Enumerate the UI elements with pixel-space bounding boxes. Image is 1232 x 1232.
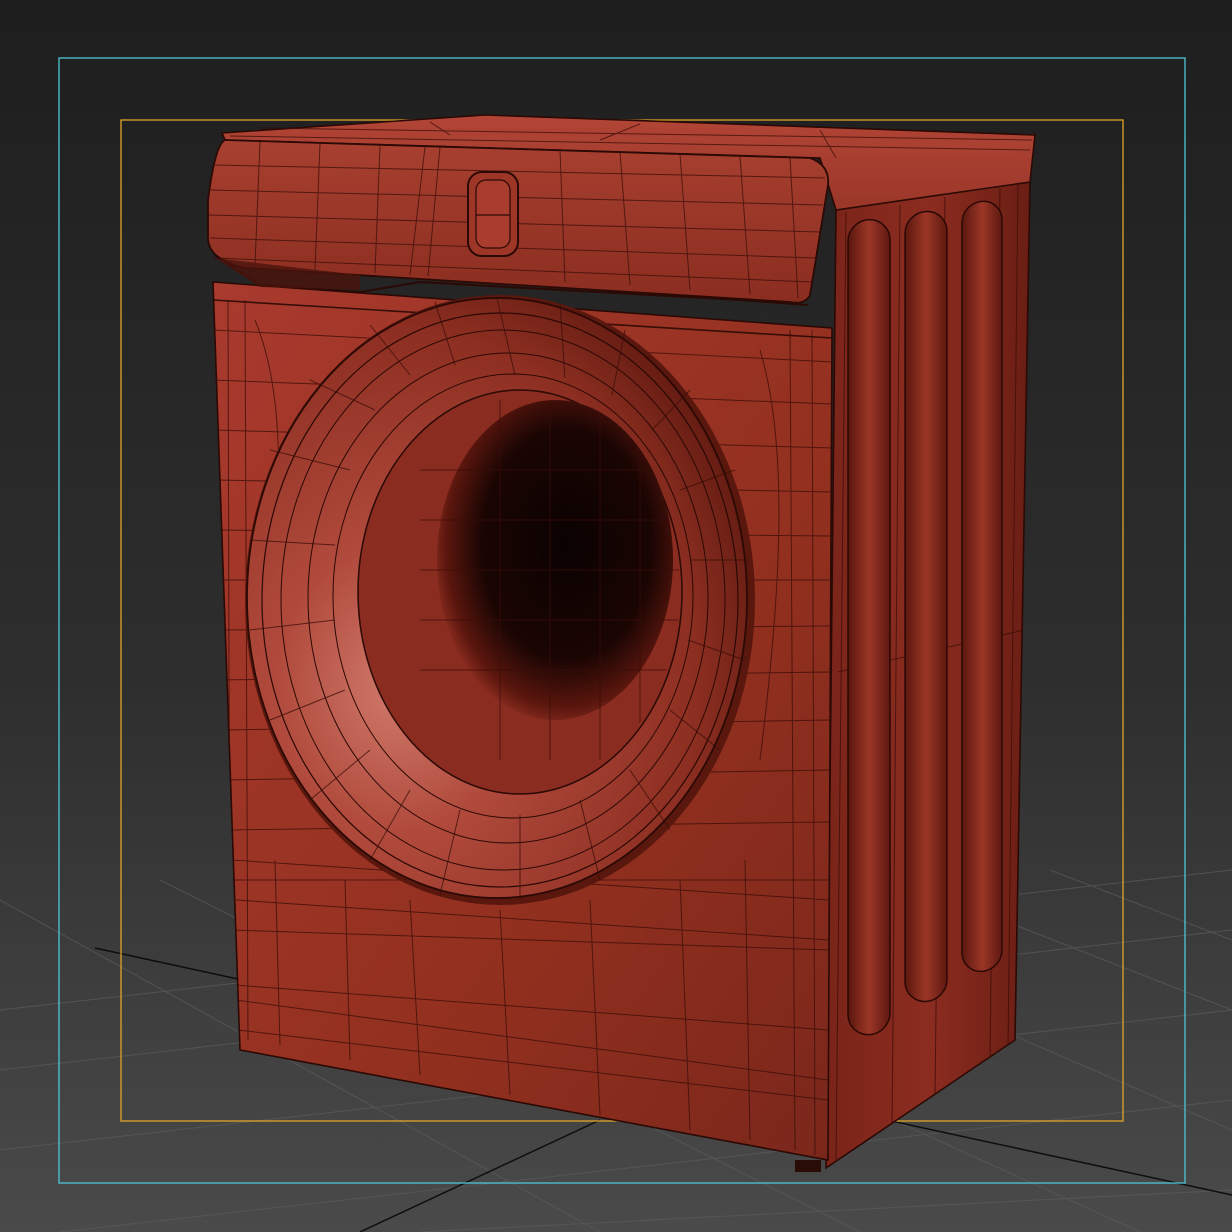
side-channel-2 [904,210,948,1003]
control-button-inner [475,179,511,249]
side-channel-3 [961,200,1003,973]
viewport-canvas[interactable] [0,0,1232,1232]
drum-interior [437,400,673,720]
viewport-perspective[interactable] [0,0,1232,1232]
washing-machine-model[interactable] [207,114,1036,1172]
foot-right [795,1160,821,1172]
side-channel-1 [847,218,891,1036]
